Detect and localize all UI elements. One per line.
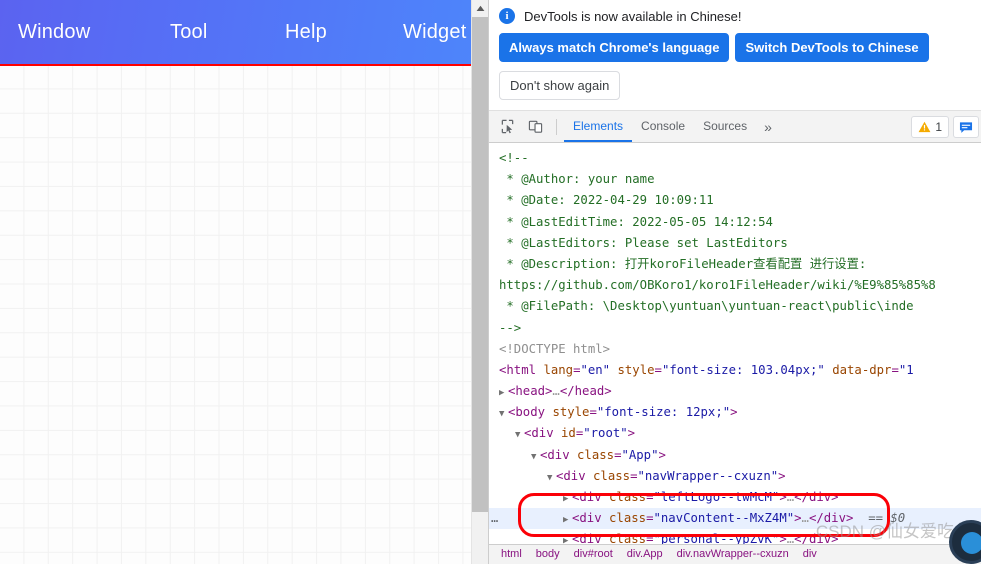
- code-line-lasteditors: * @LastEditors: Please set LastEditors: [499, 235, 788, 250]
- breadcrumb-item-navwrapper[interactable]: div.navWrapper--cxuzn: [677, 545, 789, 564]
- code-line-head-tag[interactable]: ▶ <head>…</head>: [489, 381, 981, 402]
- code-line-html-tag[interactable]: <html lang="en" style="font-size: 103.04…: [489, 360, 981, 381]
- scroll-up-arrow-icon[interactable]: [472, 0, 488, 17]
- warning-count: 1: [935, 120, 942, 134]
- code-line-leftlogo-div[interactable]: ▶ <div class="leftLogo--twMcM">…</div>: [489, 487, 981, 508]
- code-line-navcontent-div-selected[interactable]: … ▶ <div class="navContent--MxZ4M">…</div>…: [489, 508, 981, 530]
- dom-breadcrumb: html body div#root div.App div.navWrappe…: [489, 544, 981, 564]
- code-line-date: * @Date: 2022-04-29 10:09:11: [499, 193, 714, 208]
- scrollbar-thumb[interactable]: [472, 17, 488, 512]
- expand-arrow-collapsed-icon: ▶: [563, 515, 569, 526]
- code-line-navwrapper-div[interactable]: ▼ <div class="navWrapper--cxuzn">: [489, 466, 981, 487]
- page-background-grid: [0, 65, 488, 564]
- code-line-author: * @Author: your name: [499, 172, 655, 187]
- tab-console[interactable]: Console: [632, 111, 694, 142]
- expand-arrow-expanded-icon: ▼: [531, 451, 537, 462]
- nav-item-tool[interactable]: Tool: [170, 21, 208, 44]
- expand-arrow-expanded-icon: ▼: [499, 409, 505, 420]
- web-page-viewport: Window Tool Help Widget: [0, 0, 488, 564]
- code-line-app-div[interactable]: ▼ <div class="App">: [489, 445, 981, 466]
- code-line-lastedittime: * @LastEditTime: 2022-05-05 14:12:54: [499, 214, 773, 229]
- devtools-panel: i DevTools is now available in Chinese! …: [488, 0, 981, 564]
- breadcrumb-item-app[interactable]: div.App: [627, 545, 663, 564]
- code-line-wiki-url: https://github.com/OBKoro1/koro1FileHead…: [499, 278, 936, 293]
- devtools-language-infobar: i DevTools is now available in Chinese! …: [489, 0, 981, 111]
- expand-arrow-collapsed-icon: ▶: [499, 388, 505, 399]
- overflow-ellipsis[interactable]: …: [491, 508, 499, 529]
- always-match-language-button[interactable]: Always match Chrome's language: [499, 33, 730, 62]
- code-line-body-tag[interactable]: ▼ <body style="font-size: 12px;">: [489, 402, 981, 423]
- selected-node-marker: == $0: [868, 511, 906, 526]
- info-icon: i: [499, 8, 515, 24]
- device-toolbar-icon[interactable]: [521, 114, 549, 140]
- code-line-doctype: <!DOCTYPE html>: [499, 341, 611, 356]
- devtools-toolbar: Elements Console Sources » 1: [489, 111, 981, 143]
- code-line-comment: <!--: [499, 151, 529, 165]
- expand-arrow-collapsed-icon: ▶: [563, 494, 569, 504]
- expand-arrow-expanded-icon: ▼: [547, 472, 553, 483]
- infobar-message-row: i DevTools is now available in Chinese!: [499, 8, 971, 24]
- toolbar-right-cluster: 1: [911, 111, 979, 143]
- elements-tree[interactable]: <!-- * @Author: your name * @Date: 2022-…: [489, 143, 981, 564]
- breadcrumb-item-root[interactable]: div#root: [574, 545, 613, 564]
- code-line-description: * @Description: 打开koroFileHeader查看配置 进行设…: [499, 256, 867, 271]
- site-navbar: Window Tool Help Widget: [0, 0, 488, 64]
- breadcrumb-item-html[interactable]: html: [501, 545, 522, 564]
- breadcrumb-item-div[interactable]: div: [803, 545, 817, 564]
- code-line-root-div[interactable]: ▼ <div id="root">: [489, 423, 981, 444]
- tab-elements[interactable]: Elements: [564, 111, 633, 142]
- code-line-filepath: * @FilePath: \Desktop\yuntuan\yuntuan-re…: [499, 299, 914, 314]
- warning-triangle-icon: [918, 121, 931, 133]
- infobar-primary-actions: Always match Chrome's language Switch De…: [499, 33, 971, 62]
- more-tabs-chevron-icon[interactable]: »: [756, 112, 780, 142]
- code-line-comment-end: -->: [499, 320, 522, 335]
- breadcrumb-item-body[interactable]: body: [536, 545, 560, 564]
- message-bubble-icon: [959, 121, 973, 133]
- tab-sources[interactable]: Sources: [694, 111, 756, 142]
- message-bubble-chip[interactable]: [953, 116, 979, 138]
- warning-count-chip[interactable]: 1: [911, 116, 949, 138]
- nav-item-help[interactable]: Help: [285, 21, 327, 44]
- browser-window: Window Tool Help Widget i DevTools is no…: [0, 0, 981, 564]
- infobar-message: DevTools is now available in Chinese!: [524, 8, 742, 24]
- nav-item-window[interactable]: Window: [18, 21, 90, 44]
- dont-show-again-button[interactable]: Don't show again: [499, 71, 621, 100]
- toolbar-divider: [556, 118, 557, 135]
- inspect-element-icon[interactable]: [493, 114, 521, 140]
- expand-arrow-expanded-icon: ▼: [515, 430, 521, 441]
- devtools-element-highlight-line: [0, 64, 488, 66]
- nav-item-widget[interactable]: Widget: [403, 21, 466, 44]
- page-vertical-scrollbar[interactable]: [471, 0, 488, 564]
- switch-to-chinese-button[interactable]: Switch DevTools to Chinese: [735, 33, 929, 62]
